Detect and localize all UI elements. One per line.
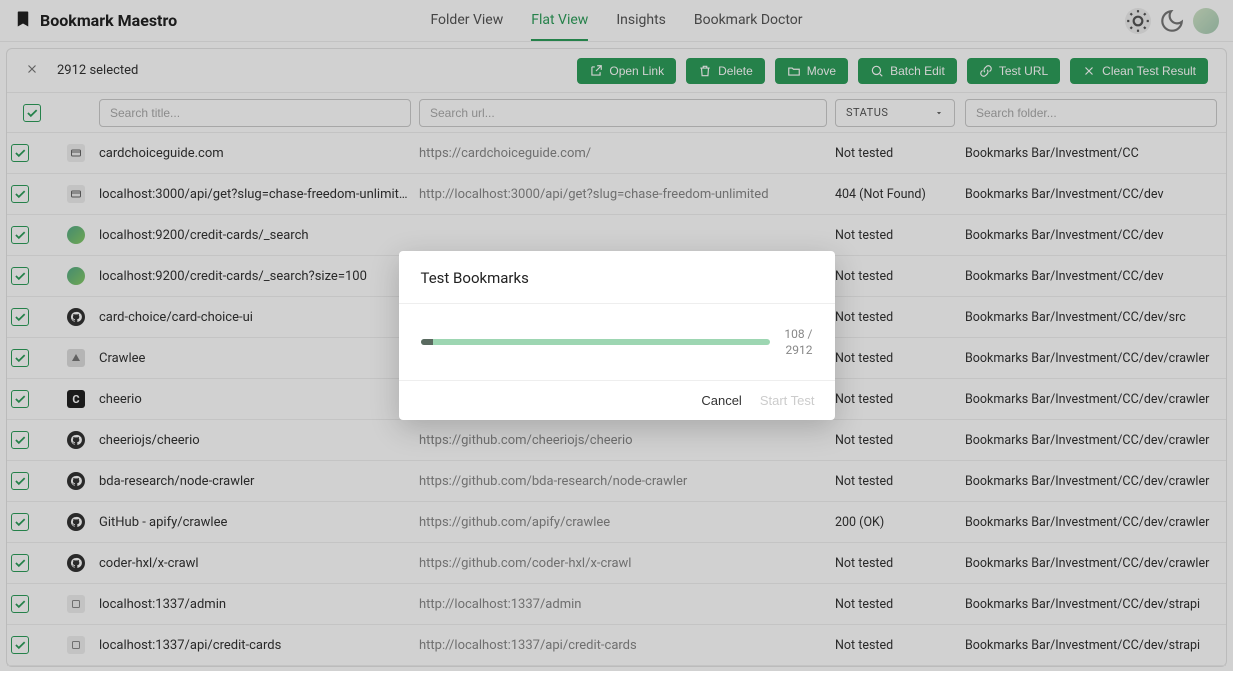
test-bookmarks-modal: Test Bookmarks 108 / 2912 Cancel Start T… [399, 251, 835, 420]
progress-bar [421, 339, 771, 345]
start-test-button: Start Test [760, 393, 815, 408]
modal-overlay: Test Bookmarks 108 / 2912 Cancel Start T… [0, 0, 1233, 671]
cancel-button[interactable]: Cancel [701, 393, 741, 408]
modal-title: Test Bookmarks [399, 251, 835, 304]
progress-text: 108 / 2912 [784, 326, 812, 358]
